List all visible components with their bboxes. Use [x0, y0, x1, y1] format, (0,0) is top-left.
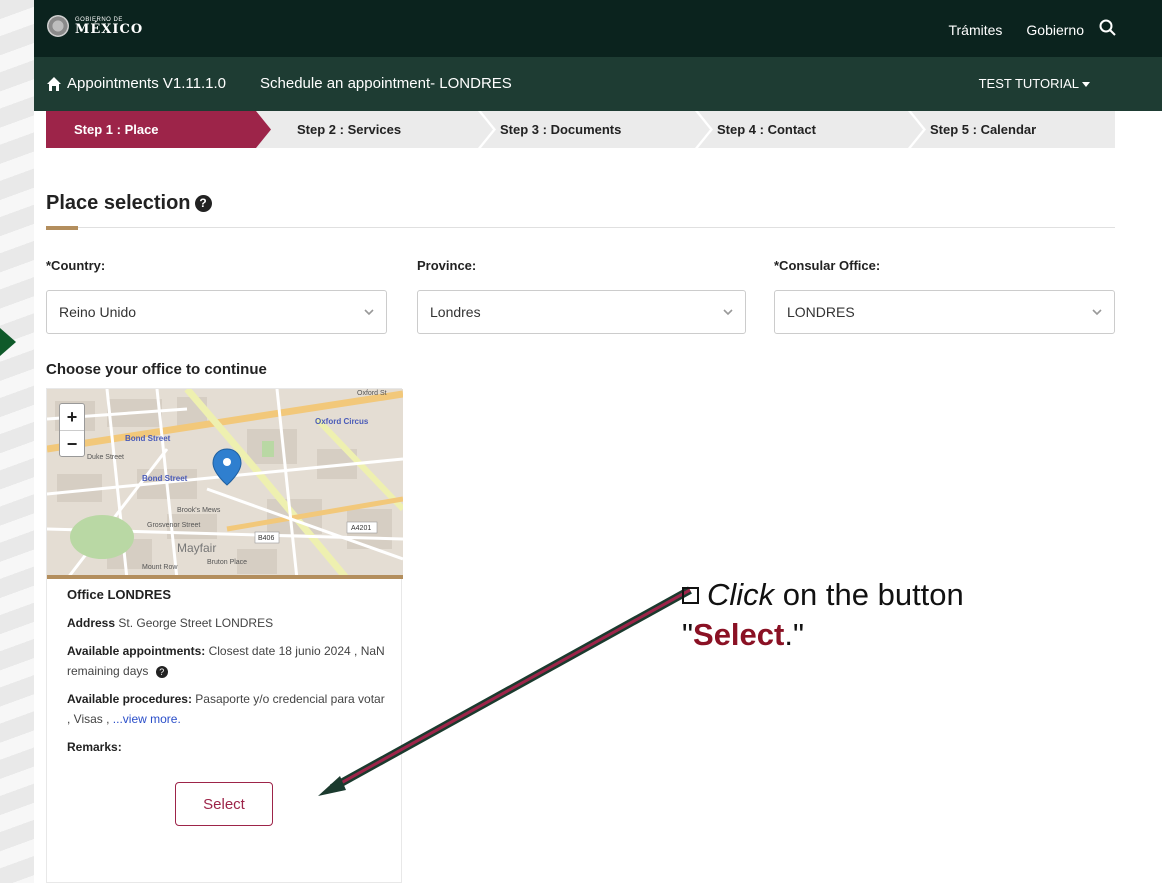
choose-office-label: Choose your office to continue: [46, 361, 267, 378]
map-canvas: Oxford Circus Bond Street Bond Street Ma…: [47, 389, 403, 579]
office-name: Office LONDRES: [67, 587, 172, 602]
chevron-down-icon: [723, 309, 733, 316]
office-appointments: Available appointments: Closest date 18 …: [67, 644, 385, 678]
step-documents: Step 3 : Documents: [500, 122, 622, 137]
side-arrow-icon: [0, 328, 16, 356]
step-services: Step 2 : Services: [297, 122, 402, 137]
gov-logo[interactable]: GOBIERNO DE MÉXICO: [47, 15, 143, 37]
annotation-click: Click: [707, 577, 775, 612]
step-contact: Step 4 : Contact: [717, 122, 816, 137]
user-name: TEST TUTORIAL: [978, 76, 1079, 91]
map-zoom-control: + −: [59, 403, 85, 457]
gov-nav: Trámites Gobierno: [948, 22, 1084, 38]
home-icon[interactable]: [46, 76, 62, 92]
country-select[interactable]: Reino Unido: [46, 290, 387, 334]
step-calendar: Step 5 : Calendar: [930, 122, 1037, 137]
seal-icon: [47, 15, 69, 37]
help-icon[interactable]: ?: [194, 195, 212, 212]
map-label: Brook's Mews: [177, 507, 221, 514]
office-remarks: Remarks:: [67, 740, 122, 754]
zoom-in-button[interactable]: +: [60, 404, 84, 431]
map-label: Oxford St: [357, 390, 387, 397]
chevron-down-icon: [364, 309, 374, 316]
map-label: Bruton Place: [207, 559, 247, 566]
office-procedures: Available procedures: Pasaporte y/o cred…: [67, 692, 385, 726]
page: GOBIERNO DE MÉXICO Trámites Gobierno App…: [34, 0, 1162, 883]
decorative-side-strip: [0, 0, 34, 883]
page-title: Place selection?: [46, 192, 212, 215]
annotation-instruction: Click on the button "Select.": [682, 577, 964, 652]
caret-down-icon: [1082, 82, 1090, 88]
map-label: Mount Row: [142, 564, 178, 571]
office-address: Address St. George Street LONDRES: [67, 616, 274, 630]
map-label: Oxford Circus: [315, 417, 369, 426]
map-bottom-border: [47, 575, 403, 579]
step-place: Step 1 : Place: [46, 111, 271, 148]
map-label: Mayfair: [177, 541, 216, 555]
map-label: Bond Street: [142, 474, 188, 483]
gov-logo-big-text: MÉXICO: [75, 21, 144, 37]
step-progress-bar: Step 1 : Place Step 2 : Services Step 3 …: [46, 111, 1115, 148]
province-label: Province:: [417, 258, 477, 273]
gov-header-bar: GOBIERNO DE MÉXICO Trámites Gobierno: [34, 0, 1162, 57]
checkbox-icon: [682, 587, 699, 604]
select-office-button[interactable]: Select: [175, 782, 273, 826]
search-icon[interactable]: [1098, 18, 1118, 38]
zoom-out-button[interactable]: −: [60, 431, 84, 457]
title-divider: [46, 227, 1115, 228]
country-value: Reino Unido: [59, 304, 137, 320]
view-more-link[interactable]: ...view more.: [113, 712, 181, 726]
annotation-select: Select: [693, 617, 785, 652]
annotation-rest: on the button: [774, 577, 964, 612]
province-value: Londres: [430, 304, 481, 320]
consular-office-label: *Consular Office:: [774, 258, 881, 273]
chevron-down-icon: [1092, 309, 1102, 316]
province-select[interactable]: Londres: [417, 290, 746, 334]
help-icon[interactable]: ?: [155, 666, 168, 678]
nav-link-gobierno[interactable]: Gobierno: [1026, 22, 1084, 38]
app-title[interactable]: Appointments V1.11.1.0: [67, 75, 226, 92]
step-separator: [695, 111, 713, 148]
office-map[interactable]: Oxford Circus Bond Street Bond Street Ma…: [47, 389, 403, 579]
country-label: *Country:: [46, 258, 106, 273]
map-label: Grosvenor Street: [147, 522, 200, 529]
title-accent-bar: [46, 226, 78, 230]
step-separator: [908, 111, 926, 148]
office-card: Oxford Circus Bond Street Bond Street Ma…: [46, 388, 403, 883]
map-label: Duke Street: [87, 454, 124, 461]
consular-office-select[interactable]: LONDRES: [774, 290, 1115, 334]
office-details: Office LONDRES Address St. George Street…: [67, 585, 387, 765]
map-label: Bond Street: [125, 434, 171, 443]
app-header-bar: Appointments V1.11.1.0 Schedule an appoi…: [34, 57, 1162, 111]
consular-office-value: LONDRES: [787, 304, 855, 320]
app-subtitle: Schedule an appointment- LONDRES: [260, 75, 512, 92]
nav-link-tramites[interactable]: Trámites: [948, 22, 1002, 38]
step-separator: [478, 111, 496, 148]
map-road-label: A4201: [351, 525, 371, 532]
map-road-label: B406: [258, 535, 274, 542]
user-menu[interactable]: TEST TUTORIAL: [979, 76, 1090, 91]
